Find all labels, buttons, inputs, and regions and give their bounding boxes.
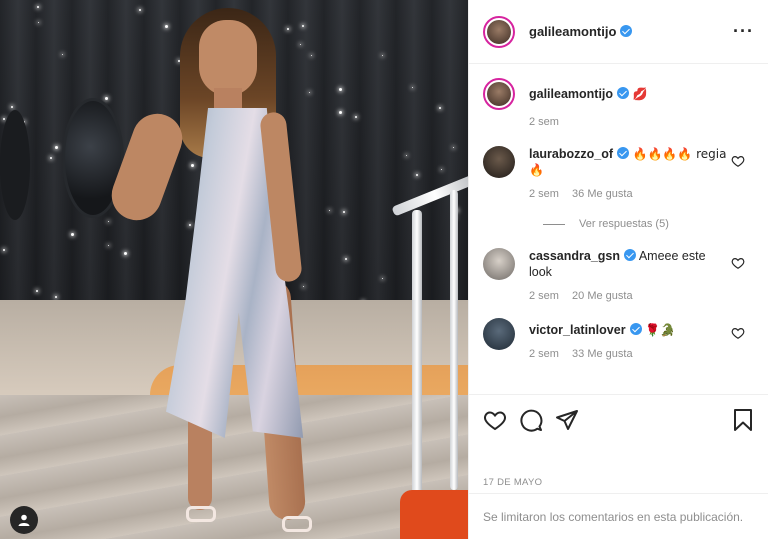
heart-icon[interactable]: [483, 408, 507, 432]
post-date[interactable]: 17 DE MAYO: [483, 477, 542, 488]
comment-username[interactable]: victor_latinlover: [529, 323, 626, 337]
comment-time[interactable]: 2 sem: [529, 290, 559, 302]
post-header: galileamontijo ···: [469, 0, 768, 64]
comment-like-heart-icon[interactable]: [731, 256, 745, 270]
verified-badge-icon: [620, 25, 633, 37]
comment-username[interactable]: laurabozzo_of: [529, 147, 613, 161]
comment-username[interactable]: cassandra_gsn: [529, 249, 620, 263]
caption-username[interactable]: galileamontijo: [529, 87, 613, 101]
verified-badge-icon: [624, 249, 637, 261]
author-avatar[interactable]: [483, 78, 515, 110]
person-figure: [0, 0, 468, 539]
comment-like-heart-icon[interactable]: [731, 326, 745, 340]
comment-item: laurabozzo_of 🔥🔥🔥🔥 regia 🔥 2 sem 36 Me g…: [483, 146, 755, 200]
commenter-avatar[interactable]: [483, 146, 515, 178]
post-side-panel: galileamontijo ··· galileamontijo 💋 2 se…: [468, 0, 768, 539]
author-username[interactable]: galileamontijo: [529, 24, 633, 39]
author-avatar[interactable]: [483, 15, 515, 48]
comment-like-heart-icon[interactable]: [731, 154, 745, 168]
caption: galileamontijo 💋 2 sem: [483, 78, 755, 128]
action-bar: [469, 394, 768, 444]
comment-likes[interactable]: 20 Me gusta: [572, 290, 633, 302]
more-options-icon[interactable]: ···: [733, 21, 754, 42]
left-arm: [104, 106, 190, 228]
commenter-avatar[interactable]: [483, 318, 515, 350]
verified-badge-icon: [617, 87, 630, 99]
face: [199, 20, 257, 96]
bookmark-icon[interactable]: [731, 408, 755, 432]
comment-likes[interactable]: 33 Me gusta: [572, 348, 633, 360]
commenter-avatar[interactable]: [483, 248, 515, 280]
comment-likes[interactable]: 36 Me gusta: [572, 188, 633, 200]
user-tag-icon[interactable]: [10, 506, 38, 534]
comment-text: 🌹🐊: [645, 323, 675, 337]
paper-plane-icon[interactable]: [555, 408, 579, 432]
comment-item: cassandra_gsn Ameee este look 2 sem 20 M…: [483, 248, 755, 302]
view-replies[interactable]: Ver respuestas (5): [543, 218, 755, 230]
left-sandal: [186, 506, 216, 522]
comment-time[interactable]: 2 sem: [529, 348, 559, 360]
comments-list: galileamontijo 💋 2 sem laurabozzo_of 🔥🔥🔥…: [469, 64, 768, 394]
right-sandal: [282, 516, 312, 532]
comment-time[interactable]: 2 sem: [529, 188, 559, 200]
verified-badge-icon: [617, 147, 630, 159]
caption-text: 💋: [632, 87, 648, 101]
caption-time[interactable]: 2 sem: [529, 116, 559, 128]
comment-icon[interactable]: [519, 408, 543, 432]
verified-badge-icon: [629, 323, 642, 335]
comments-limited-notice: Se limitaron los comentarios en esta pub…: [469, 493, 768, 539]
comment-item: victor_latinlover 🌹🐊 2 sem 33 Me gusta: [483, 318, 755, 360]
post-photo[interactable]: [0, 0, 468, 539]
